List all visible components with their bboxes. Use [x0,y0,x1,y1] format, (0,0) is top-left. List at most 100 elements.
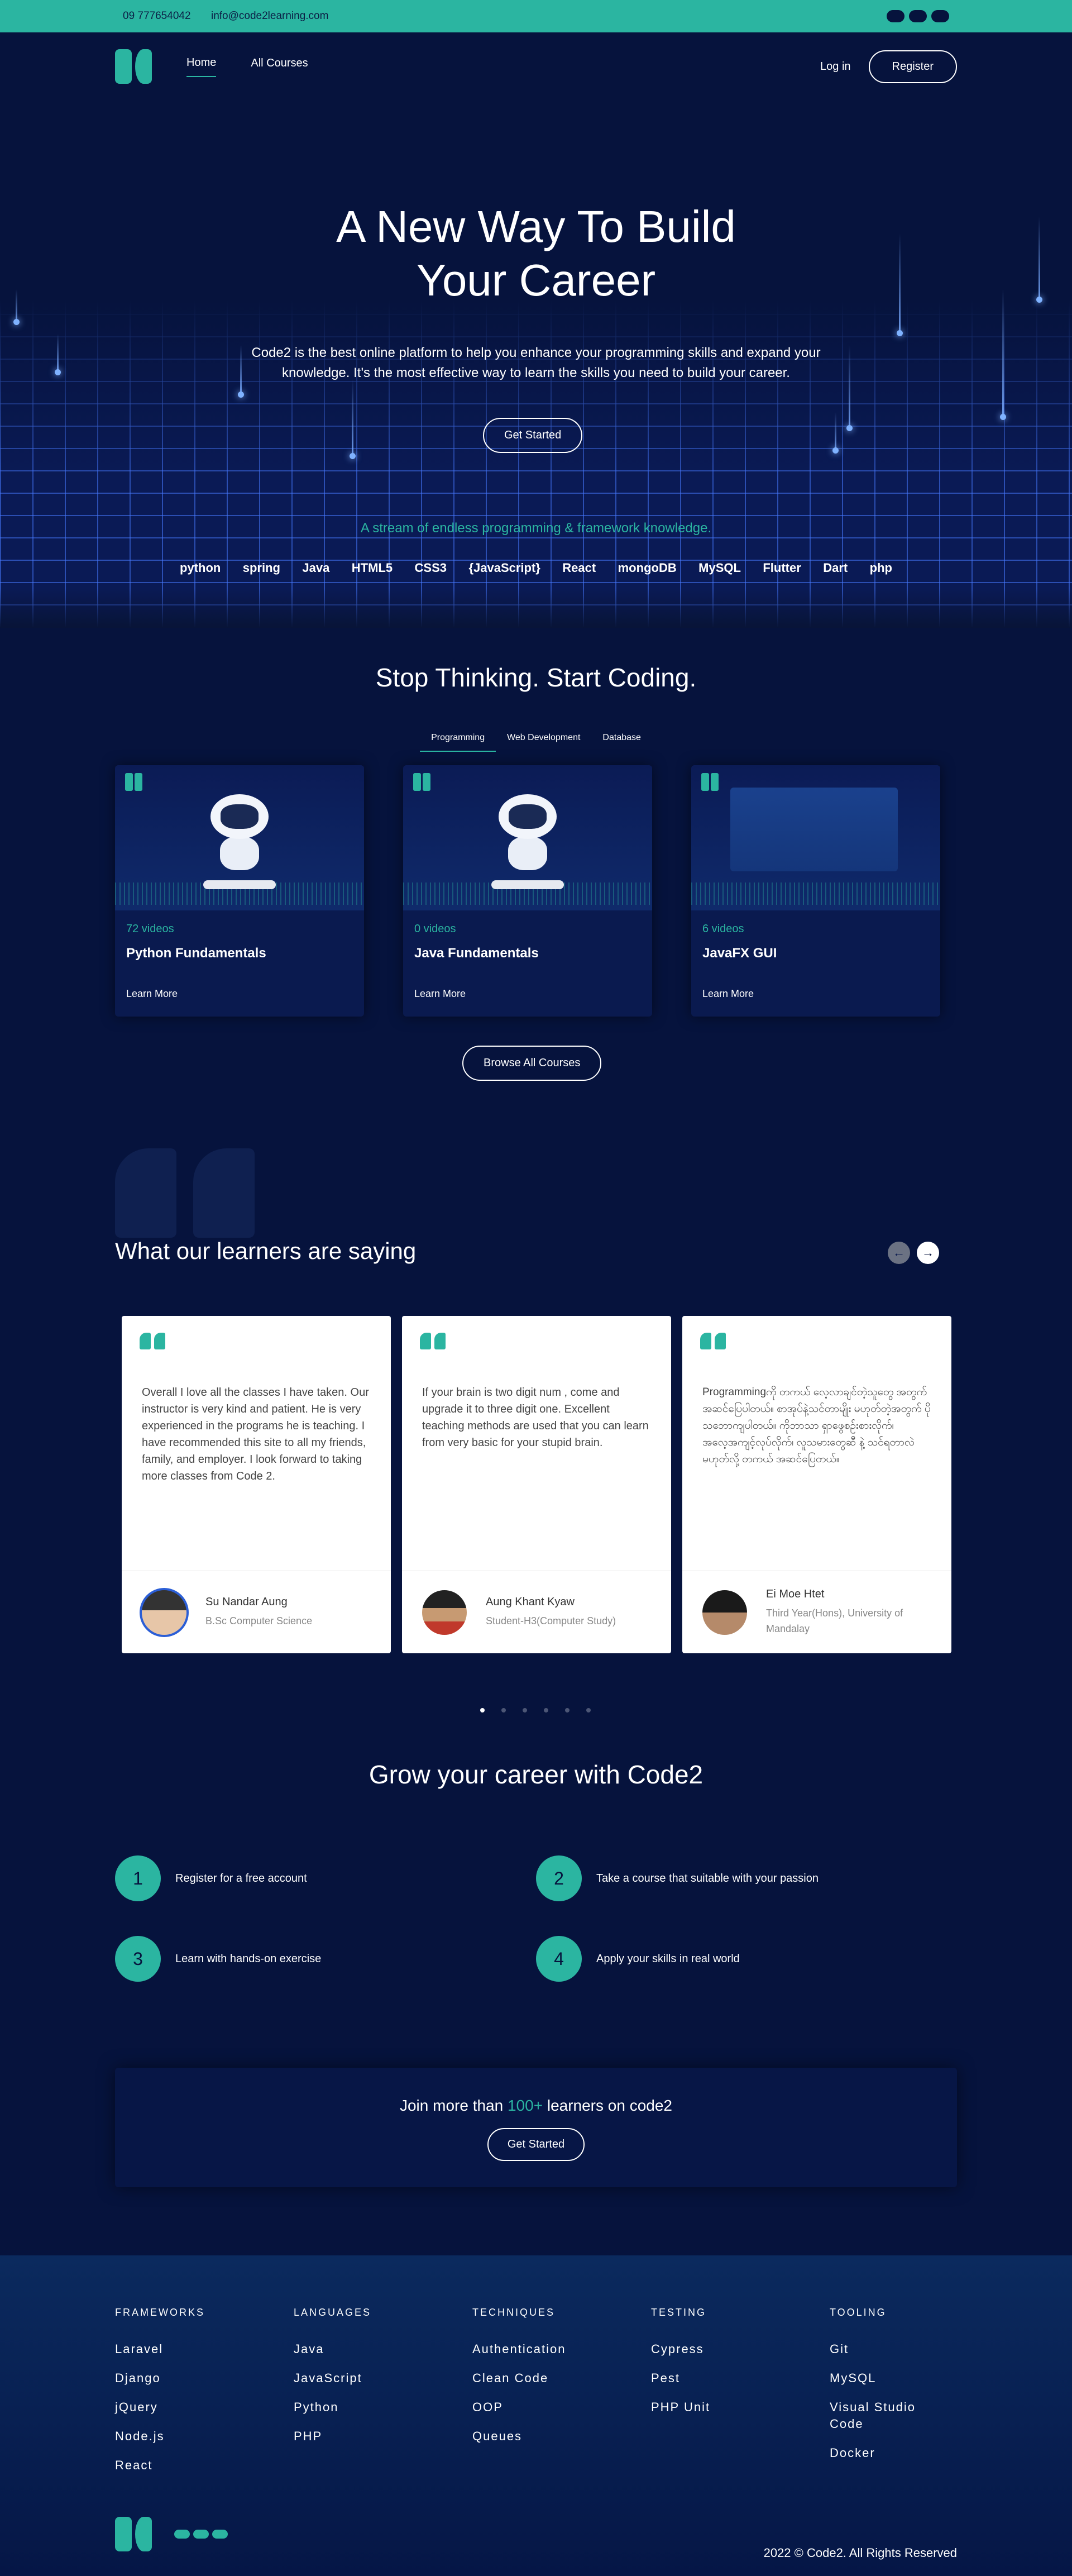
search-bar-graphic [491,880,564,889]
footer-link[interactable]: Django [115,2370,227,2387]
browse-all-courses-button[interactable]: Browse All Courses [462,1046,602,1081]
footer-link[interactable]: Clean Code [472,2370,584,2387]
step-number: 2 [536,1855,582,1901]
step-number: 4 [536,1936,582,1982]
carousel-arrows: ← → [888,1242,939,1264]
course-thumbnail [403,765,652,910]
login-link[interactable]: Log in [820,60,851,73]
light-beam [846,345,853,431]
learn-more-link[interactable]: Learn More [702,988,929,1000]
testimonial-text: Programmingကို တကယ် လေ့လာချင်တဲ့သူတွေ အတ… [702,1386,931,1465]
tab-database[interactable]: Database [591,733,652,752]
learner-name: Aung Khant Kyaw [486,1596,575,1608]
carousel-dots [480,1708,591,1712]
carousel-dot[interactable] [480,1708,485,1712]
footer-link[interactable]: PHP Unit [651,2399,763,2416]
footer-link[interactable]: Git [830,2341,941,2358]
course-name[interactable]: JavaFX GUI [702,946,929,961]
footer-link[interactable]: React [115,2457,227,2474]
arrow-left-icon[interactable]: ← [888,1242,910,1264]
hero-title: A New Way To Build Your Career [336,202,736,305]
facebook-icon[interactable] [887,10,904,22]
avatar [140,1587,189,1637]
course-card[interactable]: 72 videos Python Fundamentals Learn More [115,765,364,1017]
flutter-logo: Flutter [763,561,801,575]
facebook-icon[interactable] [174,2530,190,2539]
footer-heading: TESTING [651,2307,707,2318]
youtube-icon[interactable] [193,2530,209,2539]
course-name[interactable]: Python Fundamentals [126,946,353,961]
footer-link[interactable]: PHP [294,2428,405,2445]
tab-web-development[interactable]: Web Development [496,733,591,752]
footer-link[interactable]: Pest [651,2370,763,2387]
footer-link[interactable]: Node.js [115,2428,227,2445]
linkedin-icon[interactable] [931,10,949,22]
footer-columns: FRAMEWORKS Laravel Django jQuery Node.js… [115,2307,1008,2486]
tab-programming[interactable]: Programming [420,733,496,752]
main-nav: Home All Courses Log in Register [115,49,957,84]
learner-name: Su Nandar Aung [205,1596,288,1608]
linkedin-icon[interactable] [212,2530,228,2539]
course-name[interactable]: Java Fundamentals [414,946,641,961]
join-banner: Join more than 100+ learners on code2 Ge… [115,2068,957,2187]
code2-mini-logo [701,773,719,791]
footer-link[interactable]: Python [294,2399,405,2416]
footer-link[interactable]: OOP [472,2399,584,2416]
footer-column-languages: LANGUAGES Java JavaScript Python PHP [294,2307,472,2486]
footer-link[interactable]: jQuery [115,2399,227,2416]
learner-role: Student-H3(Computer Study) [486,1615,616,1626]
courses-header: Stop Thinking. Start Coding. Programming… [0,662,1072,752]
footer-link[interactable]: JavaScript [294,2370,405,2387]
code2-logo[interactable] [115,2517,152,2551]
learner-count: 100+ [507,2097,543,2114]
course-card[interactable]: 6 videos JavaFX GUI Learn More [691,765,940,1017]
learner-name: Ei Moe Htet [766,1588,825,1600]
email-address[interactable]: info@code2learning.com [211,10,328,22]
learn-more-link[interactable]: Learn More [126,988,353,1000]
hero-section: Home All Courses Log in Register A New W… [0,32,1072,628]
course-thumbnail [691,765,940,910]
get-started-button[interactable]: Get Started [483,418,583,453]
footer-link[interactable]: Java [294,2341,405,2358]
carousel-dot[interactable] [544,1708,548,1712]
social-links [887,10,949,22]
step-item: 4 Apply your skills in real world [536,1936,957,1982]
arrow-right-icon[interactable]: → [917,1242,939,1264]
avatar [700,1587,749,1637]
html5-logo: HTML5 [351,561,393,575]
dart-logo: Dart [823,561,848,575]
footer-link[interactable]: Visual Studio Code [830,2399,941,2432]
step-label: Learn with hands-on exercise [175,1952,322,1965]
react-logo: React [562,561,596,575]
carousel-dot[interactable] [523,1708,527,1712]
light-beam [832,412,839,454]
footer-link[interactable]: Authentication [472,2341,584,2358]
code2-logo[interactable] [115,49,152,84]
java-logo: Java [302,561,330,575]
youtube-icon[interactable] [909,10,927,22]
nav-all-courses[interactable]: All Courses [251,57,308,77]
footer-link[interactable]: Docker [830,2445,941,2461]
carousel-dot[interactable] [565,1708,570,1712]
quote-icon [140,1333,165,1349]
code2-mini-logo [413,773,431,791]
testimonial-cards: Overall I love all the classes I have ta… [122,1316,951,1653]
footer-link[interactable]: Laravel [115,2341,227,2358]
carousel-dot[interactable] [586,1708,591,1712]
learner-role: B.Sc Computer Science [205,1615,313,1626]
robot-illustration [497,794,558,872]
footer-link[interactable]: MySQL [830,2370,941,2387]
footer-link[interactable]: Cypress [651,2341,763,2358]
carousel-dot[interactable] [501,1708,506,1712]
learn-more-link[interactable]: Learn More [414,988,641,1000]
phone-number[interactable]: 09 777654042 [123,10,191,22]
nav-home[interactable]: Home [186,56,217,77]
testimonials-title: What our learners are saying [115,1238,417,1264]
code2-mini-logo [125,773,143,791]
step-label: Apply your skills in real world [596,1952,740,1965]
join-get-started-button[interactable]: Get Started [487,2128,585,2161]
social-icons [174,2530,228,2539]
course-card[interactable]: 0 videos Java Fundamentals Learn More [403,765,652,1017]
register-button[interactable]: Register [868,50,957,83]
footer-link[interactable]: Queues [472,2428,584,2445]
